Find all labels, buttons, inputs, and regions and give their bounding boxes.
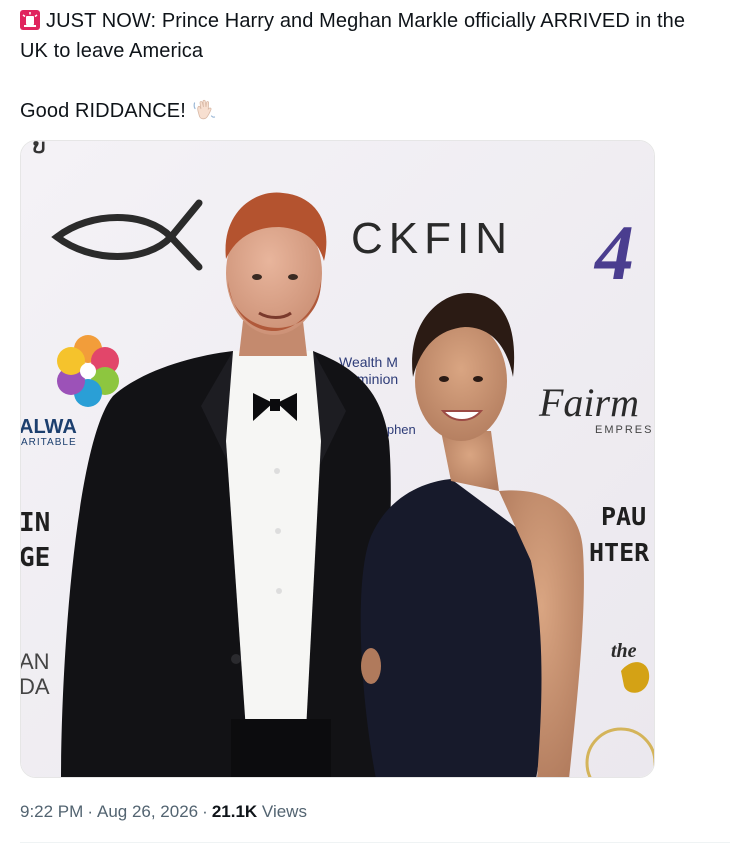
views-label: Views xyxy=(261,802,307,821)
backdrop-aritable: ARITABLE xyxy=(21,437,77,448)
backdrop-ge: GE xyxy=(21,543,50,573)
tweet-text-line-1: JUST NOW: Prince Harry and Meghan Markle… xyxy=(20,6,730,36)
backdrop-alwa: ALWA xyxy=(21,416,77,438)
tweet-meta: 9:22 PM · Aug 26, 2026 · 21.1K Views xyxy=(20,800,307,824)
backdrop-brand-4: 4 xyxy=(593,209,634,296)
views-count: 21.1K xyxy=(211,802,258,821)
tweet-time[interactable]: 9:22 PM xyxy=(20,802,83,821)
meta-separator: · xyxy=(202,802,208,821)
backdrop-wealth: Wealth M xyxy=(339,354,398,370)
waving-hand-icon xyxy=(193,99,216,120)
tweet-exclamation: Good RIDDANCE! xyxy=(20,100,186,122)
tweet-headline: JUST NOW: Prince Harry and Meghan Markle… xyxy=(46,10,686,32)
tweet-text-line-3: Good RIDDANCE! xyxy=(20,96,730,126)
backdrop-brand-top: CKFIN xyxy=(351,214,513,263)
divider xyxy=(20,842,730,843)
meta-separator: · xyxy=(87,802,93,821)
backdrop-paul: PAU xyxy=(601,502,646,531)
rotating-light-icon xyxy=(20,10,40,30)
backdrop-fairmont: Fairm xyxy=(538,380,639,425)
backdrop-the: the xyxy=(611,640,637,662)
backdrop-top-fragment: ບ xyxy=(33,141,46,158)
tweet-text: JUST NOW: Prince Harry and Meghan Markle… xyxy=(20,6,730,126)
backdrop-an: AN xyxy=(21,649,50,674)
backdrop-empress: EMPRESS xyxy=(595,424,655,436)
tweet-photo[interactable]: CKFIN 4 ALWA ARITABLE IN GE AN DA Fairm … xyxy=(20,140,655,778)
backdrop-in: IN xyxy=(21,508,50,538)
tweet-date[interactable]: Aug 26, 2026 xyxy=(97,802,198,821)
photo-canvas: CKFIN 4 ALWA ARITABLE IN GE AN DA Fairm … xyxy=(21,141,655,777)
backdrop-da: DA xyxy=(21,674,50,699)
backdrop-hter: HTER xyxy=(589,538,650,567)
tweet: JUST NOW: Prince Harry and Meghan Markle… xyxy=(0,0,744,850)
tweet-text-line-2: UK to leave America xyxy=(20,40,204,62)
